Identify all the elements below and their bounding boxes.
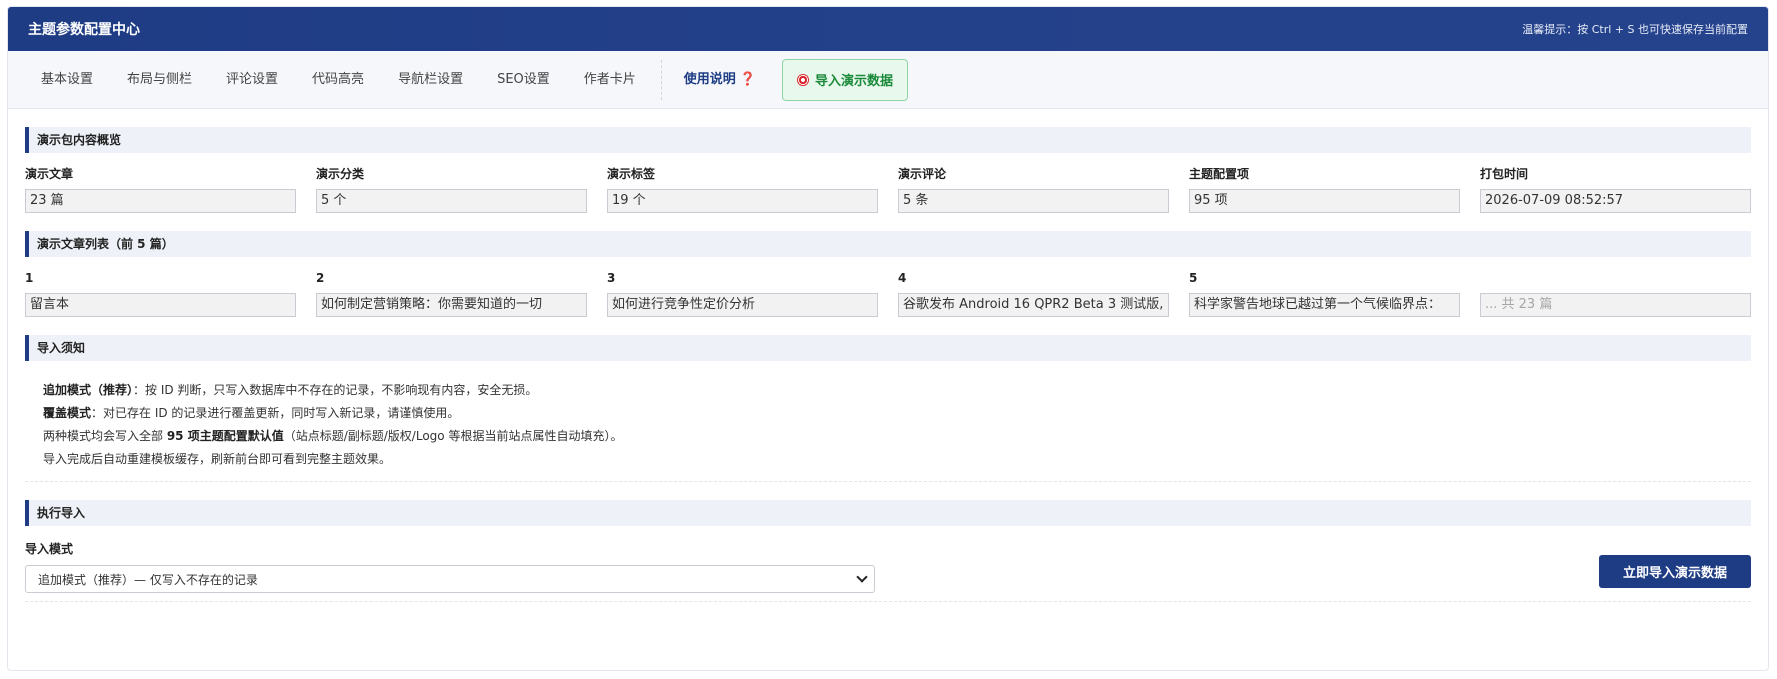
tab-comment-settings[interactable]: 评论设置 bbox=[209, 51, 295, 109]
list-item: 3 如何进行竞争性定价分析 bbox=[607, 271, 878, 317]
tab-author-card[interactable]: 作者卡片 bbox=[567, 51, 653, 109]
overview-item: 演示标签 19 个 bbox=[607, 167, 878, 213]
overview-item-label: 主题配置项 bbox=[1189, 167, 1250, 181]
dart-target-icon bbox=[797, 73, 809, 86]
question-mark-icon: ❓ bbox=[739, 71, 756, 87]
article-index: 2 bbox=[316, 271, 325, 285]
overview-config-count-field: 95 项 bbox=[1189, 189, 1460, 213]
execute-row: 导入模式 追加模式（推荐）— 仅写入不存在的记录 立即导入演示数据 bbox=[25, 540, 1751, 593]
tab-usage-guide[interactable]: 使用说明 ❓ bbox=[668, 51, 772, 109]
overview-item-label: 演示文章 bbox=[25, 167, 74, 181]
overview-item-label: 演示评论 bbox=[898, 167, 947, 181]
article-title-field: 留言本 bbox=[25, 293, 296, 317]
import-content: 演示包内容概览 演示文章 23 篇 演示分类 5 个 演示标签 19 个 演示评… bbox=[8, 127, 1768, 602]
article-index: 1 bbox=[25, 271, 34, 285]
overview-category-count-field: 5 个 bbox=[316, 189, 587, 213]
config-center-panel: 主题参数配置中心 温馨提示：按 Ctrl + S 也可快速保存当前配置 基本设置… bbox=[7, 6, 1769, 671]
page-title: 主题参数配置中心 bbox=[28, 22, 140, 38]
overview-pack-time-field: 2026-07-09 08:52:57 bbox=[1480, 189, 1751, 213]
notice-append-mode: 追加模式（推荐）：按 ID 判断，只写入数据库中不存在的记录，不影响现有内容，安… bbox=[43, 383, 538, 397]
list-item: ... 共 23 篇 bbox=[1480, 271, 1751, 317]
article-title-field: 科学家警告地球已越过第一个气候临界点： bbox=[1189, 293, 1460, 317]
article-index: 5 bbox=[1189, 271, 1198, 285]
overview-tag-count-field: 19 个 bbox=[607, 189, 878, 213]
overview-item: 打包时间 2026-07-09 08:52:57 bbox=[1480, 167, 1751, 213]
tab-code-highlight[interactable]: 代码高亮 bbox=[295, 51, 381, 109]
tab-import-demo-data-label: 导入演示数据 bbox=[815, 74, 894, 89]
article-title-field: 谷歌发布 Android 16 QPR2 Beta 3 测试版, bbox=[898, 293, 1169, 317]
list-item: 1 留言本 bbox=[25, 271, 296, 317]
article-title-field: 如何进行竞争性定价分析 bbox=[607, 293, 878, 317]
article-index-empty bbox=[1480, 271, 1751, 285]
import-notice: 追加模式（推荐）：按 ID 判断，只写入数据库中不存在的记录，不影响现有内容，安… bbox=[25, 361, 1751, 482]
overview-item-label: 演示标签 bbox=[607, 167, 656, 181]
execute-section-title: 执行导入 bbox=[25, 500, 1751, 526]
overview-item-label: 演示分类 bbox=[316, 167, 365, 181]
notice-overwrite-mode: 覆盖模式：对已存在 ID 的记录进行覆盖更新，同时写入新记录，请谨慎使用。 bbox=[43, 406, 460, 420]
header-bar: 主题参数配置中心 温馨提示：按 Ctrl + S 也可快速保存当前配置 bbox=[8, 7, 1768, 51]
import-mode-group: 导入模式 追加模式（推荐）— 仅写入不存在的记录 bbox=[25, 540, 875, 593]
tab-divider bbox=[660, 59, 662, 100]
article-title-field: 如何制定营销策略：你需要知道的一切 bbox=[316, 293, 587, 317]
list-item: 4 谷歌发布 Android 16 QPR2 Beta 3 测试版, bbox=[898, 271, 1169, 317]
article-index: 3 bbox=[607, 271, 616, 285]
tab-bar: 基本设置 布局与侧栏 评论设置 代码高亮 导航栏设置 SEO设置 作者卡片 使用… bbox=[8, 51, 1768, 109]
notice-config-defaults: 两种模式均会写入全部 95 项主题配置默认值（站点标题/副标题/版权/Logo … bbox=[43, 429, 623, 443]
tab-navbar-settings[interactable]: 导航栏设置 bbox=[381, 51, 480, 109]
overview-grid: 演示文章 23 篇 演示分类 5 个 演示标签 19 个 演示评论 5 条 主题… bbox=[25, 167, 1751, 213]
save-shortcut-tip: 温馨提示：按 Ctrl + S 也可快速保存当前配置 bbox=[1522, 23, 1748, 36]
article-list-section-title: 演示文章列表（前 5 篇） bbox=[25, 231, 1751, 257]
bottom-divider bbox=[25, 601, 1751, 602]
tab-usage-guide-label: 使用说明 bbox=[683, 71, 736, 87]
article-total-field: ... 共 23 篇 bbox=[1480, 293, 1751, 317]
chevron-down-icon bbox=[856, 571, 868, 583]
list-item: 2 如何制定营销策略：你需要知道的一切 bbox=[316, 271, 587, 317]
overview-item: 演示分类 5 个 bbox=[316, 167, 587, 213]
overview-item: 演示文章 23 篇 bbox=[25, 167, 296, 213]
article-list-grid: 1 留言本 2 如何制定营销策略：你需要知道的一切 3 如何进行竞争性定价分析 … bbox=[25, 271, 1751, 317]
tab-basic-settings[interactable]: 基本设置 bbox=[28, 51, 110, 109]
tab-layout-sidebar[interactable]: 布局与侧栏 bbox=[110, 51, 209, 109]
notice-section-title: 导入须知 bbox=[25, 335, 1751, 361]
list-item: 5 科学家警告地球已越过第一个气候临界点： bbox=[1189, 271, 1460, 317]
import-mode-select[interactable]: 追加模式（推荐）— 仅写入不存在的记录 bbox=[25, 565, 875, 593]
overview-section-title: 演示包内容概览 bbox=[25, 127, 1751, 153]
notice-cache-rebuild: 导入完成后自动重建模板缓存，刷新前台即可看到完整主题效果。 bbox=[43, 452, 392, 466]
tab-seo-settings[interactable]: SEO设置 bbox=[480, 51, 567, 109]
article-index: 4 bbox=[898, 271, 907, 285]
overview-item-label: 打包时间 bbox=[1480, 167, 1529, 181]
overview-article-count-field: 23 篇 bbox=[25, 189, 296, 213]
overview-item: 主题配置项 95 项 bbox=[1189, 167, 1460, 213]
overview-item: 演示评论 5 条 bbox=[898, 167, 1169, 213]
import-now-button[interactable]: 立即导入演示数据 bbox=[1599, 555, 1751, 588]
import-mode-label: 导入模式 bbox=[25, 542, 74, 556]
import-mode-selected-value: 追加模式（推荐）— 仅写入不存在的记录 bbox=[38, 572, 258, 587]
overview-comment-count-field: 5 条 bbox=[898, 189, 1169, 213]
tab-import-demo-data[interactable]: 导入演示数据 bbox=[782, 58, 909, 101]
